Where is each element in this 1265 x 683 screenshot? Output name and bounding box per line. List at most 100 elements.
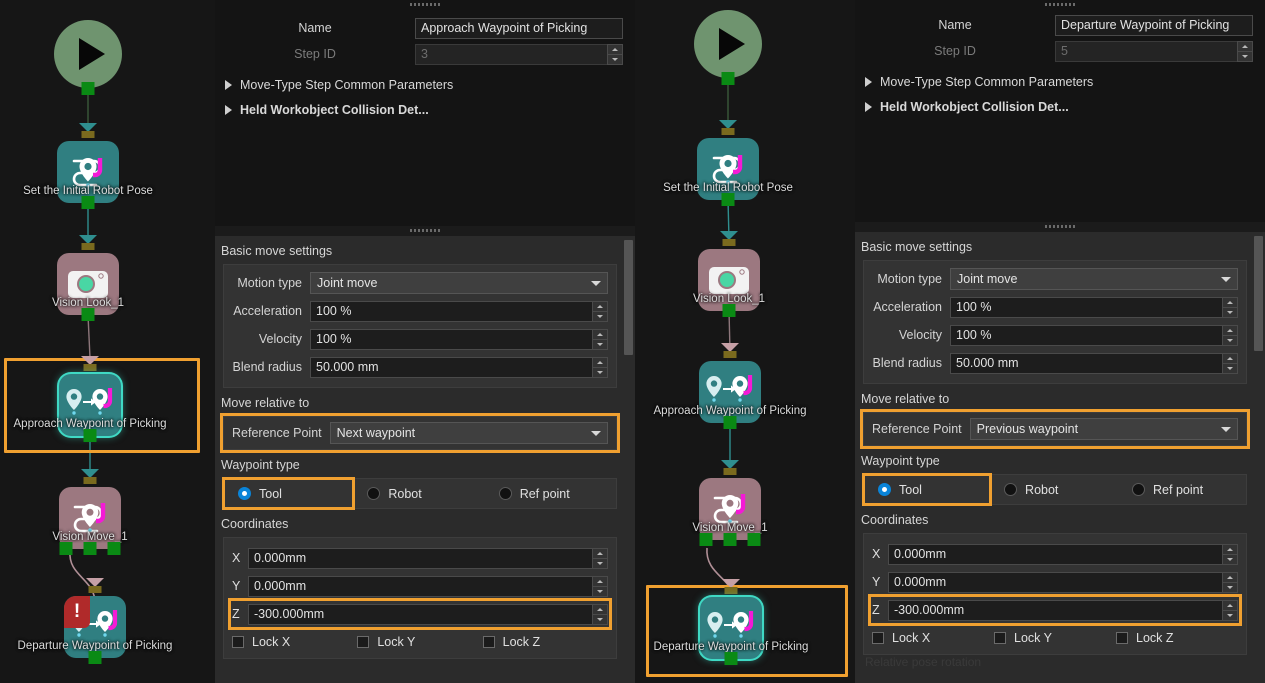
output-port[interactable] [722,193,735,206]
blend-radius-stepper[interactable]: 50.000 mm [310,357,608,378]
flow-graph-middle[interactable]: Set the Initial Robot Pose Vision Look_1 [635,0,855,683]
node-body[interactable] [699,361,761,423]
input-port[interactable] [82,243,95,250]
chevron-right-icon[interactable] [225,80,232,90]
node-vision-move-1[interactable]: Vision Move_1 [699,478,761,540]
checkbox-lock-z[interactable]: Lock Z [483,635,608,649]
coordinate-z-input[interactable]: -300.000mm [888,600,1222,621]
output-port[interactable] [722,72,735,85]
checkbox-lock-x[interactable]: Lock X [232,635,357,649]
start-node-circle[interactable] [54,20,122,88]
spin-down-button[interactable] [593,367,607,377]
node-set-initial-robot-pose[interactable]: Set the Initial Robot Pose [697,138,759,200]
radio-waypoint-type-ref-point[interactable]: Ref point [1118,475,1246,504]
coordinate-y-stepper[interactable]: 0.000mm [248,576,608,597]
output-port[interactable] [723,304,736,317]
input-port[interactable] [84,477,97,484]
motion-type-select[interactable]: Joint move [950,268,1238,290]
node-vision-look-1[interactable]: Vision Look_1 [698,249,760,311]
spin-up-button[interactable] [608,45,622,54]
chevron-down-icon[interactable] [1221,427,1231,432]
spin-down-button[interactable] [1223,307,1237,317]
acceleration-stepper[interactable]: 100 % [310,301,608,322]
horizontal-splitter[interactable] [855,222,1265,232]
blend-radius-stepper[interactable]: 50.000 mm [950,353,1238,374]
spin-down-button[interactable] [1223,610,1237,620]
output-port[interactable] [724,533,737,546]
chevron-right-icon[interactable] [225,105,232,115]
spin-down-button[interactable] [1223,554,1237,564]
spin-up-button[interactable] [1223,545,1237,554]
spin-down-button[interactable] [1223,582,1237,592]
velocity-stepper[interactable]: 100 % [310,329,608,350]
output-port[interactable] [724,416,737,429]
name-input[interactable]: Departure Waypoint of Picking [1055,15,1253,36]
spin-up-button[interactable] [1223,573,1237,582]
tree-item-held-workobject-collision[interactable]: Held Workobject Collision Det... [855,94,1265,119]
blend-radius-spin-buttons[interactable] [1222,353,1238,374]
spin-down-button[interactable] [593,339,607,349]
spin-up-button[interactable] [593,549,607,558]
scrollbar-thumb[interactable] [1254,236,1263,351]
acceleration-spin-buttons[interactable] [1222,297,1238,318]
flow-graph-left[interactable]: Set the Initial Robot Pose Vision Look_1 [0,0,215,683]
output-port[interactable] [748,533,761,546]
input-port[interactable] [722,128,735,135]
velocity-stepper[interactable]: 100 % [950,325,1238,346]
output-port[interactable] [108,542,121,555]
node-body[interactable] [59,374,121,436]
spin-up-button[interactable] [593,577,607,586]
scrollbar-thumb[interactable] [624,240,633,355]
coordinate-x-stepper[interactable]: 0.000mm [248,548,608,569]
step-id-stepper[interactable]: 3 [415,44,623,65]
input-port[interactable] [89,586,102,593]
coordinate-y-stepper[interactable]: 0.000mm [888,572,1238,593]
tree-item-move-type-common[interactable]: Move-Type Step Common Parameters [215,72,635,97]
checkbox-lock-x[interactable]: Lock X [872,631,994,645]
chevron-down-icon[interactable] [591,431,601,436]
spin-down-button[interactable] [1223,363,1237,373]
node-body[interactable]: ! [64,596,126,658]
output-port[interactable] [82,82,95,95]
vertical-scrollbar[interactable] [624,240,633,679]
output-port[interactable] [82,308,95,321]
step-id-spin-buttons[interactable] [1237,41,1253,62]
node-set-initial-robot-pose[interactable]: Set the Initial Robot Pose [57,141,119,203]
horizontal-splitter[interactable] [215,226,635,236]
splitter-handle-icon[interactable] [1045,3,1075,6]
coordinate-z-spin-buttons[interactable] [1222,600,1238,621]
acceleration-input[interactable]: 100 % [950,297,1222,318]
node-body[interactable] [699,478,761,540]
radio-waypoint-type-tool[interactable]: Tool [864,475,990,504]
output-port-group[interactable] [60,542,121,555]
coordinate-z-stepper[interactable]: -300.000mm [248,604,608,625]
node-body[interactable] [697,138,759,200]
acceleration-stepper[interactable]: 100 % [950,297,1238,318]
velocity-spin-buttons[interactable] [592,329,608,350]
blend-radius-spin-buttons[interactable] [592,357,608,378]
checkbox-lock-y[interactable]: Lock Y [357,635,482,649]
vertical-scrollbar[interactable] [1254,236,1263,679]
splitter-handle-icon[interactable] [1045,225,1075,228]
output-port[interactable] [700,533,713,546]
spin-up-button[interactable] [593,302,607,311]
spin-down-button[interactable] [593,558,607,568]
spin-down-button[interactable] [593,614,607,624]
spin-down-button[interactable] [593,586,607,596]
input-port[interactable] [725,587,738,594]
spin-down-button[interactable] [608,54,622,64]
node-start[interactable] [694,10,762,78]
chevron-down-icon[interactable] [1221,277,1231,282]
checkbox-lock-z[interactable]: Lock Z [1116,631,1238,645]
coordinate-y-spin-buttons[interactable] [1222,572,1238,593]
radio-waypoint-type-robot[interactable]: Robot [353,479,484,508]
blend-radius-input[interactable]: 50.000 mm [950,353,1222,374]
spin-up-button[interactable] [1223,298,1237,307]
velocity-input[interactable]: 100 % [950,325,1222,346]
motion-type-select[interactable]: Joint move [310,272,608,294]
coordinate-y-input[interactable]: 0.000mm [248,576,592,597]
spin-down-button[interactable] [593,311,607,321]
chevron-right-icon[interactable] [865,102,872,112]
tree-item-move-type-common[interactable]: Move-Type Step Common Parameters [855,69,1265,94]
spin-up-button[interactable] [593,358,607,367]
